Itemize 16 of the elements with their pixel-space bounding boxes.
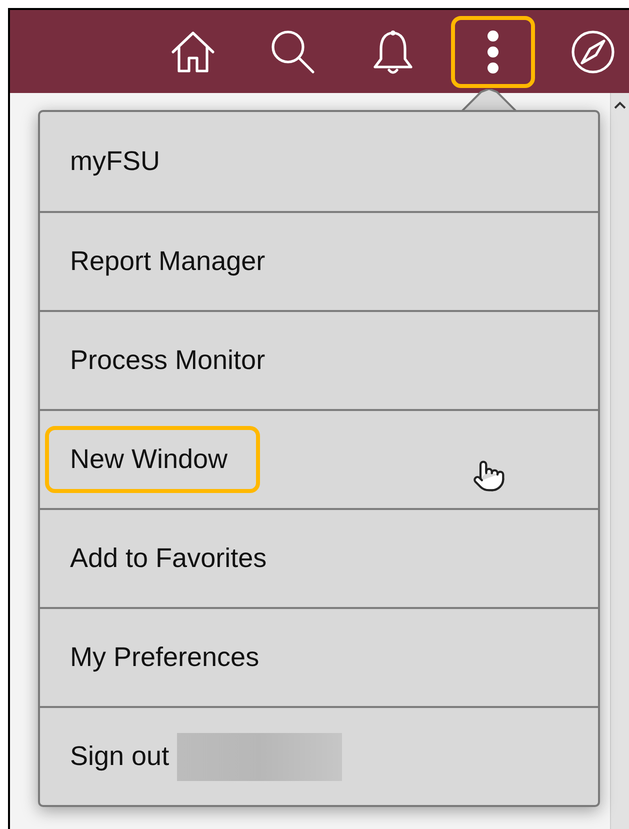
search-icon bbox=[270, 28, 316, 74]
home-icon bbox=[170, 30, 216, 74]
menu-item[interactable]: Sign out bbox=[70, 741, 170, 772]
menu-item[interactable]: New Window bbox=[45, 426, 260, 493]
menu-item[interactable]: myFSU bbox=[70, 146, 160, 177]
hand-cursor-icon bbox=[472, 459, 506, 493]
scrollbar[interactable] bbox=[610, 93, 629, 829]
menu-item[interactable]: Process Monitor bbox=[70, 345, 266, 376]
more-icon bbox=[486, 28, 500, 74]
menu-item[interactable]: My Preferences bbox=[70, 642, 260, 673]
menu-item[interactable]: Report Manager bbox=[70, 246, 266, 277]
menu-item[interactable]: Add to Favorites bbox=[70, 543, 267, 574]
scroll-up-icon[interactable] bbox=[614, 101, 626, 109]
bell-icon bbox=[372, 28, 414, 74]
more-button[interactable] bbox=[451, 16, 535, 88]
compass-icon bbox=[570, 28, 616, 74]
